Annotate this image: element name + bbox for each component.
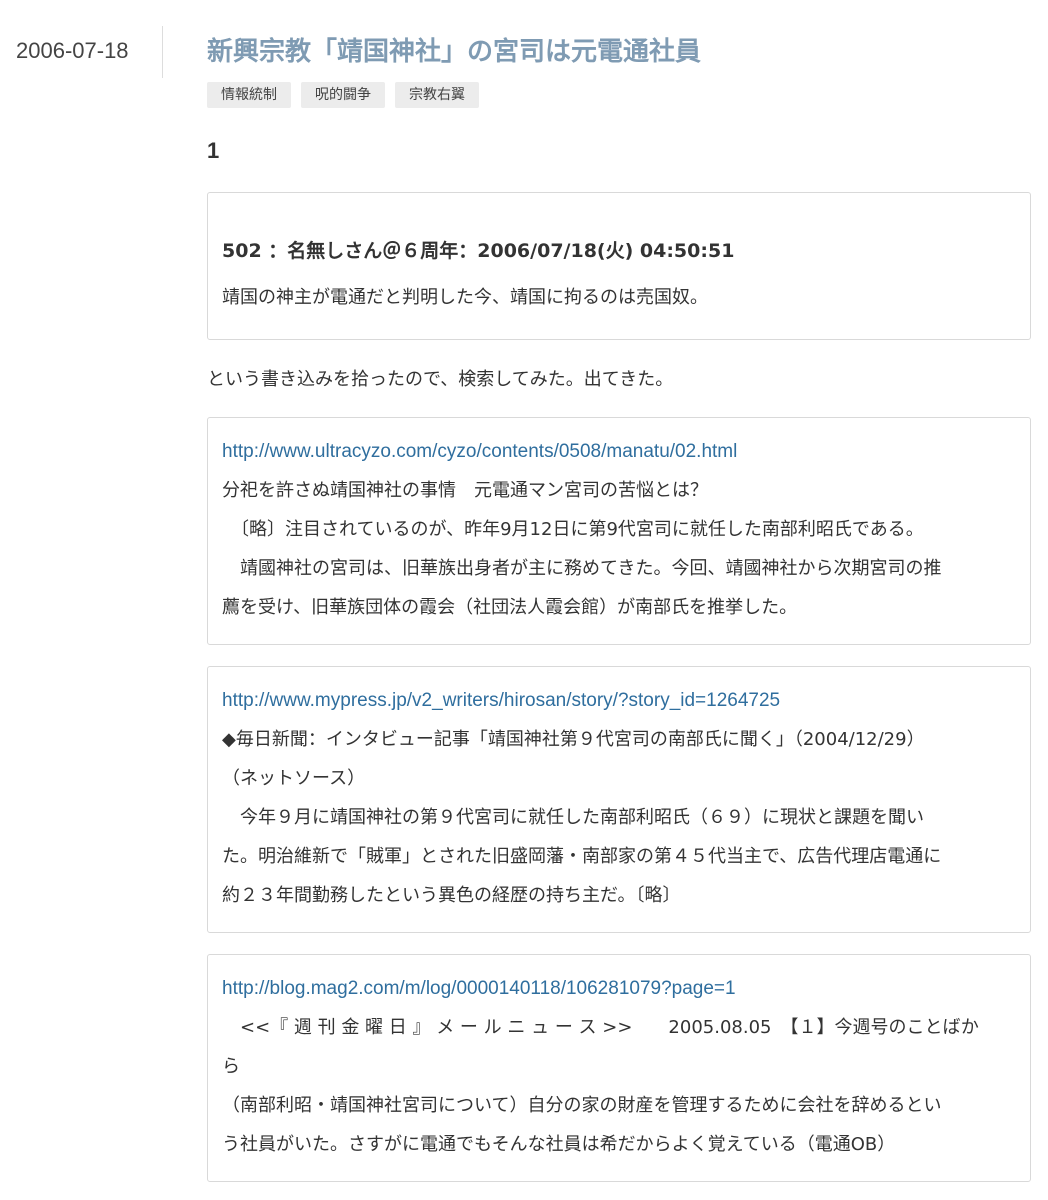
source-link[interactable]: http://www.ultracyzo.com/cyzo/contents/0… [222, 432, 1016, 471]
quote-box-cyzo: http://www.ultracyzo.com/cyzo/contents/0… [207, 417, 1031, 645]
quote-line: う社員がいた。さすがに電通でもそんな社員は希だからよく覚えている（電通OB） [222, 1134, 896, 1155]
quote-line: た。明治維新で「賊軍」とされた旧盛岡藩・南部家の第４５代当主で、広告代理店電通に [222, 846, 942, 867]
quote-box-mag2: http://blog.mag2.com/m/log/0000140118/10… [207, 954, 1031, 1182]
forum-post-body: 靖国の神主が電通だと判明した今、靖国に拘るのは売国奴。 [222, 287, 708, 308]
source-link[interactable]: http://blog.mag2.com/m/log/0000140118/10… [222, 969, 1016, 1008]
section-number: 1 [207, 138, 220, 163]
date-divider [162, 26, 163, 78]
quote-line: 約２３年間勤務したという異色の経歴の持ち主だ。〔略〕 [222, 885, 681, 906]
source-link[interactable]: http://www.mypress.jp/v2_writers/hirosan… [222, 681, 1016, 720]
intro-paragraph: という書き込みを拾ったので、検索してみた。出てきた。 [207, 369, 674, 390]
quote-line: ら [222, 1056, 240, 1077]
forum-post-header: 502 ：名無しさん＠６周年：2006/07/18(火) 04:50:51 [222, 240, 735, 262]
quote-line: 今年９月に靖国神社の第９代宮司に就任した南部利昭氏（６９）に現状と課題を聞い [222, 807, 924, 828]
quote-line: 薦を受け、旧華族団体の霞会（社団法人霞会館）が南部氏を推挙した。 [222, 597, 798, 618]
tag-item[interactable]: 情報統制 [207, 82, 291, 108]
post-title[interactable]: 新興宗教「靖国神社」の宮司は元電通社員 [207, 30, 1031, 74]
quote-line: <<『 週 刊 金 曜 日 』 メ ー ル ニ ュ ー ス >> 2005.08… [222, 1017, 979, 1038]
tag-list: 情報統制 呪的闘争 宗教右翼 [207, 82, 1031, 108]
quote-line: ◆毎日新聞：インタビュー記事「靖国神社第９代宮司の南部氏に聞く」（2004/12… [222, 729, 925, 750]
quote-box-forum: 502 ：名無しさん＠６周年：2006/07/18(火) 04:50:51 靖国… [207, 192, 1031, 340]
tag-item[interactable]: 宗教右翼 [395, 82, 479, 108]
post-main: 新興宗教「靖国神社」の宮司は元電通社員 情報統制 呪的闘争 宗教右翼 1 502… [207, 30, 1031, 1182]
quote-line: 靖國神社の宮司は、旧華族出身者が主に務めてきた。今回、靖國神社から次期宮司の推 [222, 558, 942, 579]
quote-box-mypress: http://www.mypress.jp/v2_writers/hirosan… [207, 666, 1031, 933]
quote-line: （ネットソース） [222, 768, 366, 789]
post-date: 2006-07-18 [16, 38, 129, 63]
quote-line: 〔略〕注目されているのが、昨年9月12日に第9代宮司に就任した南部利昭氏である。 [222, 519, 924, 540]
quote-line: 分祀を許さぬ靖国神社の事情 元電通マン宮司の苦悩とは？ [222, 480, 708, 501]
quote-line: （南部利昭・靖国神社宮司について）自分の家の財産を管理するために会社を辞めるとい [222, 1095, 942, 1116]
tag-item[interactable]: 呪的闘争 [301, 82, 385, 108]
